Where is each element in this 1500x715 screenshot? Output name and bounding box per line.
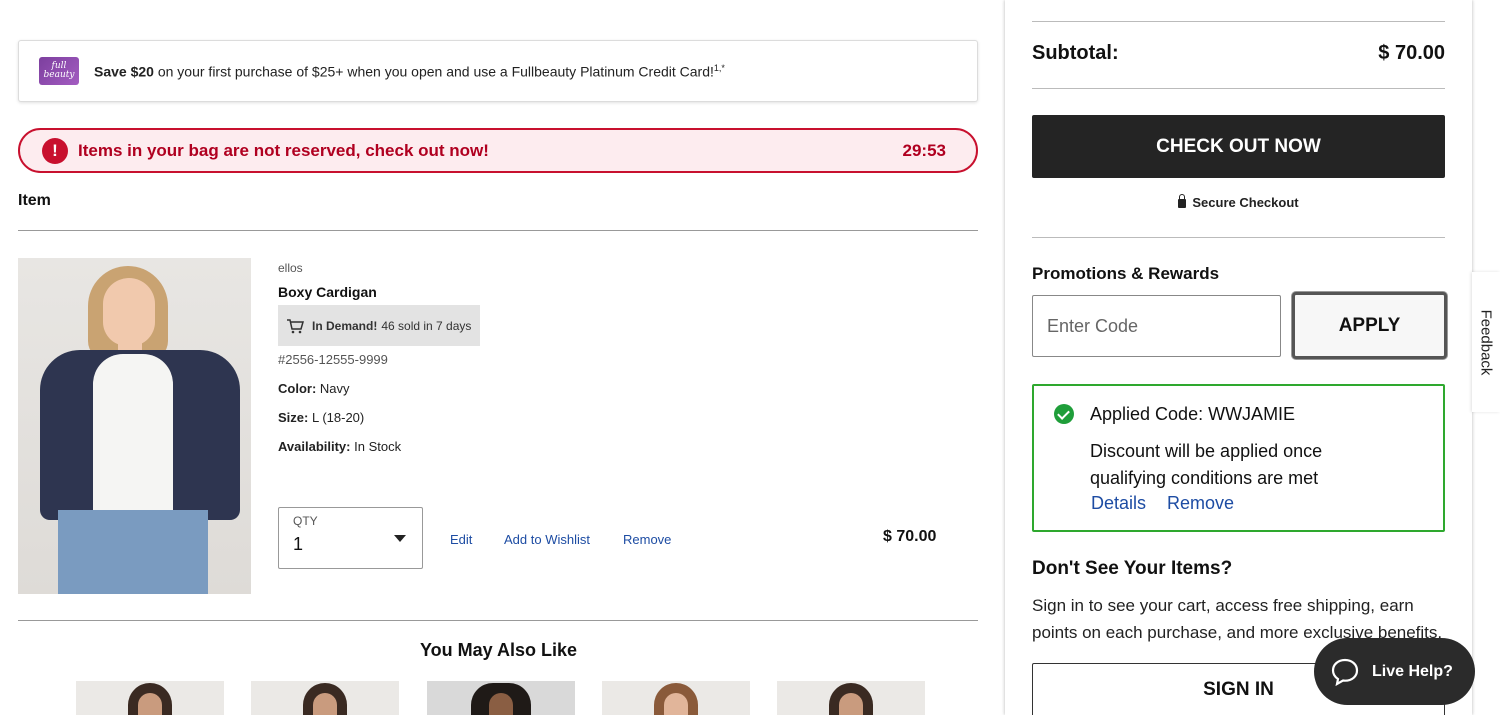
product-color: Color: Navy [278, 381, 350, 396]
promo-body: on your first purchase of $25+ when you … [153, 63, 714, 80]
promo-footnote: 1,* [713, 62, 725, 73]
lock-icon [1178, 194, 1187, 208]
you-may-also-like-title: You May Also Like [419, 640, 578, 660]
feedback-tab[interactable]: Feedback [1472, 272, 1500, 412]
item-column-header: Item [18, 192, 51, 209]
promo-text: Save $20 on your first purchase of $25+ … [94, 63, 725, 80]
item-divider [18, 620, 978, 621]
availability-value: In Stock [354, 439, 402, 454]
live-help-button[interactable]: Live Help? [1314, 638, 1475, 705]
live-help-label: Live Help? [1372, 662, 1453, 680]
recommendation-thumb[interactable] [427, 681, 575, 715]
alert-icon: ! [42, 137, 68, 164]
product-size: Size: L (18-20) [278, 410, 364, 425]
qty-label: QTY [293, 514, 318, 528]
promotions-title: Promotions & Rewards [1032, 264, 1220, 283]
size-label: Size: [278, 410, 309, 425]
cart-icon [287, 318, 304, 333]
subtotal-value: $ 70.00 [1378, 42, 1445, 64]
edit-link[interactable]: Edit [450, 532, 472, 547]
recommendation-thumb[interactable] [251, 681, 399, 715]
product-name[interactable]: Boxy Cardigan [278, 284, 377, 300]
product-availability: Availability: In Stock [278, 439, 401, 454]
applied-code-text: Applied Code: WWJAMIE [1090, 404, 1296, 424]
reservation-alert: ! Items in your bag are not reserved, ch… [18, 128, 978, 173]
recommendation-thumb[interactable] [76, 681, 224, 715]
checkout-now-button[interactable]: CHECK OUT NOW [1032, 115, 1445, 178]
in-demand-text: 46 sold in 7 days [381, 318, 472, 333]
in-demand-badge: In Demand! 46 sold in 7 days [278, 305, 480, 346]
summary-divider [1032, 21, 1445, 22]
remove-code-link[interactable]: Remove [1167, 493, 1234, 514]
size-value: L (18-20) [311, 410, 365, 425]
product-sku: #2556-12555-9999 [278, 352, 388, 367]
color-label: Color: [278, 381, 317, 396]
subtotal-label: Subtotal: [1032, 42, 1119, 64]
color-value: Navy [319, 381, 350, 396]
secure-checkout-text: Secure Checkout [1192, 195, 1299, 210]
fullbeauty-logo: full beauty [39, 57, 79, 85]
product-image[interactable] [18, 258, 251, 594]
chevron-down-icon [394, 535, 406, 542]
header-divider [18, 230, 978, 231]
applied-code-box: Applied Code: WWJAMIE Discount will be a… [1032, 384, 1445, 532]
apply-code-button[interactable]: APPLY [1292, 292, 1447, 359]
secure-checkout-label: Secure Checkout [1005, 194, 1472, 210]
add-to-wishlist-link[interactable]: Add to Wishlist [504, 532, 590, 547]
order-summary-panel: Subtotal: $ 70.00 CHECK OUT NOW Secure C… [1005, 0, 1472, 715]
recommendation-thumb[interactable] [777, 681, 925, 715]
alert-message: Items in your bag are not reserved, chec… [78, 140, 489, 160]
summary-divider [1032, 237, 1445, 238]
line-item-price: $ 70.00 [883, 528, 937, 545]
discount-note: Discount will be applied once qualifying… [1090, 441, 1323, 488]
alert-countdown: 29:53 [902, 140, 946, 160]
in-demand-label: In Demand! [312, 318, 378, 333]
remove-item-link[interactable]: Remove [623, 532, 671, 547]
promo-code-input[interactable] [1032, 295, 1281, 357]
summary-divider [1032, 88, 1445, 89]
code-details-link[interactable]: Details [1091, 493, 1146, 514]
recommendation-thumb[interactable] [602, 681, 750, 715]
chat-bubble-icon [1331, 658, 1359, 686]
check-circle-icon [1054, 404, 1074, 424]
dont-see-items-title: Don't See Your Items? [1032, 558, 1233, 579]
availability-label: Availability: [278, 439, 351, 454]
quantity-select[interactable]: QTY 1 [278, 507, 423, 569]
product-brand: ellos [278, 261, 303, 275]
credit-card-promo-banner[interactable]: full beauty Save $20 on your first purch… [18, 40, 978, 102]
promo-bold: Save $20 [94, 63, 154, 80]
feedback-label: Feedback [1477, 309, 1495, 375]
